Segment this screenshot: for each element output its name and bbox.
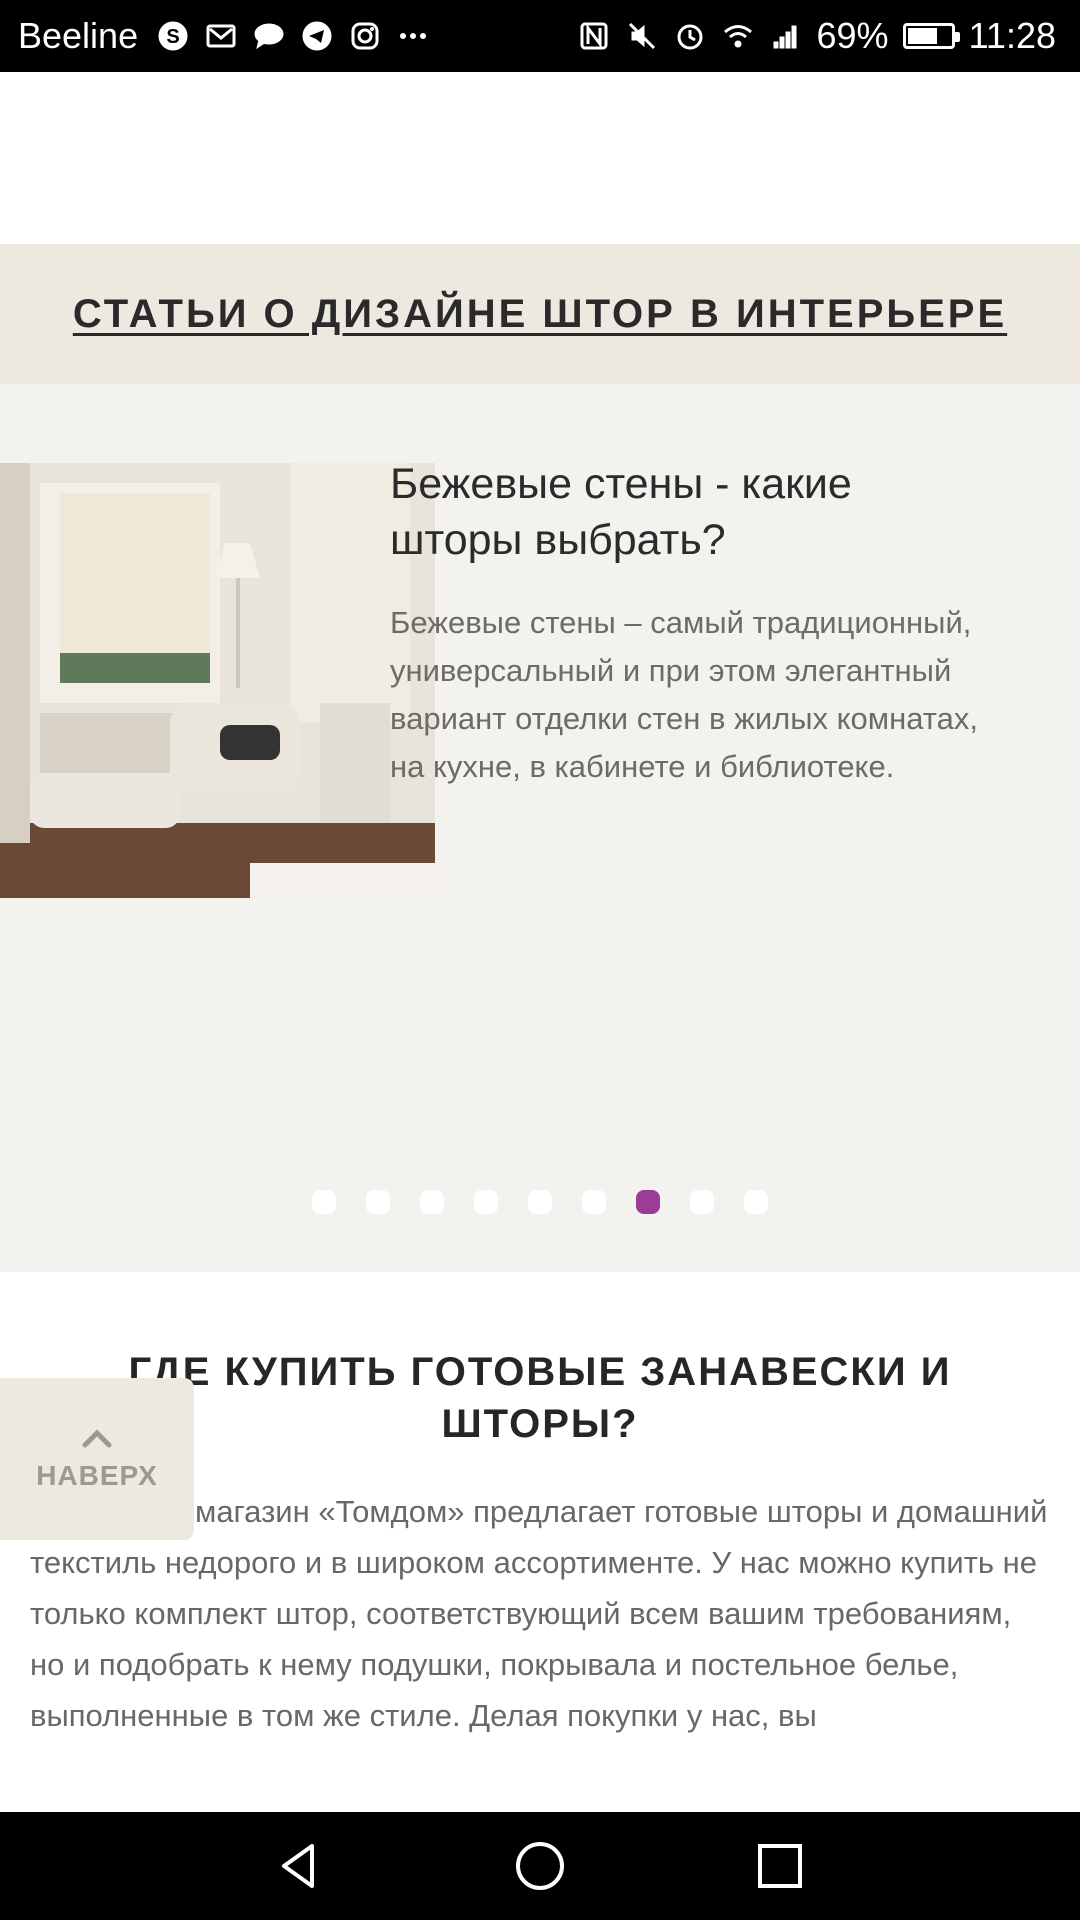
skype-icon: S — [156, 19, 190, 53]
slider-dot[interactable] — [474, 1190, 498, 1214]
chevron-up-icon — [82, 1429, 112, 1448]
mail-icon — [204, 19, 238, 53]
navigation-bar — [0, 1812, 1080, 1920]
carrier-name: Beeline — [18, 15, 139, 56]
top-space — [0, 72, 1080, 244]
slider-dot[interactable] — [582, 1190, 606, 1214]
wifi-icon — [721, 19, 755, 53]
mute-icon — [625, 19, 659, 53]
slider-dot[interactable] — [636, 1190, 660, 1214]
clock: 11:28 — [968, 15, 1056, 56]
back-to-top-label: НАВЕРХ — [36, 1460, 158, 1491]
articles-title-link[interactable]: СТАТЬИ О ДИЗАЙНЕ ШТОР В ИНТЕРЬЕРЕ — [73, 292, 1007, 337]
battery-percent: 69% — [816, 15, 889, 56]
where-to-buy-title: ГДЕ КУПИТЬ ГОТОВЫЕ ЗАНАВЕСКИ И ШТОРЫ? — [128, 1350, 952, 1446]
slider-dot[interactable] — [528, 1190, 552, 1214]
status-bar-left: Beeline S — [18, 15, 430, 57]
slider-dots — [0, 1190, 1080, 1214]
slide-image[interactable] — [0, 463, 435, 898]
back-to-top-button[interactable]: НАВЕРХ — [0, 1378, 194, 1540]
slide-title[interactable]: Бежевые стены - какие шторы выбрать? — [390, 456, 990, 568]
svg-text:S: S — [166, 26, 179, 48]
home-button[interactable] — [500, 1826, 580, 1906]
signal-icon — [769, 19, 803, 53]
alarm-icon — [673, 19, 707, 53]
battery-fill — [907, 28, 937, 44]
home-icon — [516, 1842, 564, 1890]
slider-dot[interactable] — [312, 1190, 336, 1214]
where-to-buy-section: ГДЕ КУПИТЬ ГОТОВЫЕ ЗАНАВЕСКИ И ШТОРЫ? ма… — [0, 1272, 1080, 1812]
slider-dot[interactable] — [690, 1190, 714, 1214]
instagram-icon — [348, 19, 382, 53]
slider-dot[interactable] — [366, 1190, 390, 1214]
slide-excerpt: Бежевые стены – самый традиционный, унив… — [390, 605, 978, 784]
back-icon — [282, 1844, 314, 1888]
slider-dot[interactable] — [420, 1190, 444, 1214]
back-button[interactable] — [260, 1826, 340, 1906]
status-bar-right: 69% 11:28 — [577, 15, 1056, 57]
more-icon — [396, 19, 430, 53]
nfc-icon — [577, 19, 611, 53]
recents-button[interactable] — [740, 1826, 820, 1906]
status-bar: Beeline S 69% 11:28 — [0, 0, 1080, 72]
slider-dot[interactable] — [744, 1190, 768, 1214]
battery-icon — [902, 23, 960, 49]
articles-slider[interactable]: Бежевые стены - какие шторы выбрать? Беж… — [0, 384, 1080, 1272]
telegram-icon — [300, 19, 334, 53]
articles-header: СТАТЬИ О ДИЗАЙНЕ ШТОР В ИНТЕРЬЕРЕ — [0, 244, 1080, 384]
recents-icon — [758, 1844, 802, 1888]
message-icon — [252, 19, 286, 53]
